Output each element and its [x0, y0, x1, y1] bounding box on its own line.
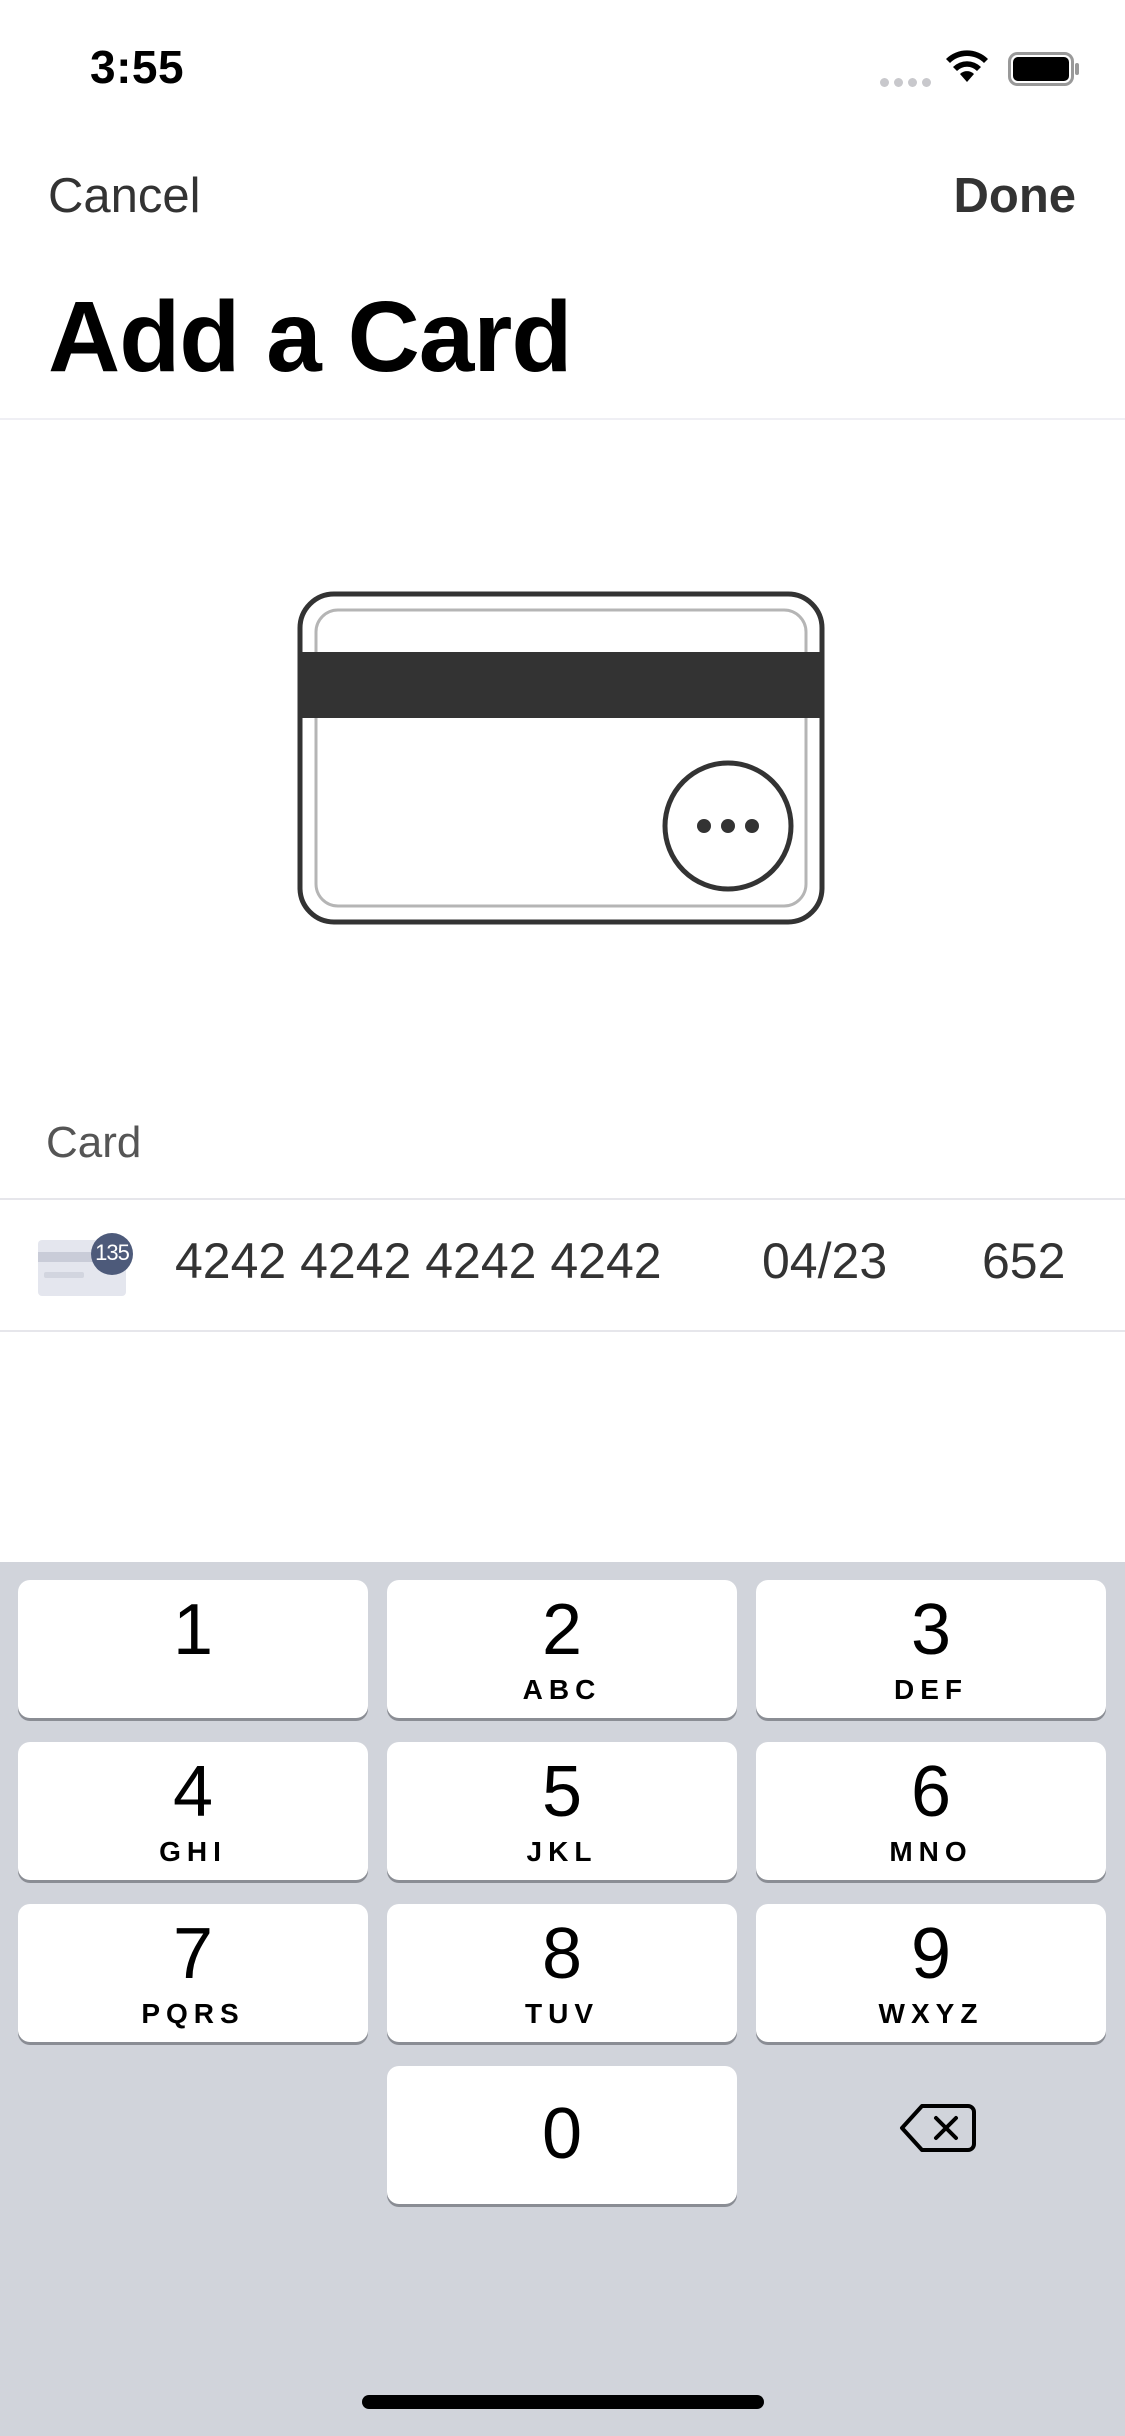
wifi-icon [944, 48, 990, 89]
key-9[interactable]: 9 WXYZ [756, 1904, 1106, 2042]
card-number-field[interactable]: 4242 4242 4242 4242 [175, 1232, 662, 1290]
expiry-field[interactable]: 04/23 [762, 1232, 887, 1290]
battery-icon [1008, 52, 1080, 86]
key-8[interactable]: 8 TUV [387, 1904, 737, 2042]
signal-icon [880, 74, 936, 92]
key-digit: 9 [910, 1914, 952, 1994]
key-digit: 5 [541, 1752, 583, 1832]
header-divider [0, 418, 1125, 420]
key-3[interactable]: 3 DEF [756, 1580, 1106, 1718]
cancel-button[interactable]: Cancel [48, 168, 201, 224]
key-6[interactable]: 6 MNO [756, 1742, 1106, 1880]
key-7[interactable]: 7 PQRS [18, 1904, 368, 2042]
key-letters: DEF [894, 1674, 968, 1705]
key-digit: 6 [910, 1752, 952, 1832]
key-0[interactable]: 0 [387, 2066, 737, 2204]
key-letters: TUV [525, 1998, 599, 2029]
key-letters: PQRS [141, 1998, 245, 2029]
key-4[interactable]: 4 GHI [18, 1742, 368, 1880]
key-digit: 8 [541, 1914, 583, 1994]
key-letters: ABC [522, 1674, 602, 1705]
card-back-illustration [296, 590, 826, 935]
section-label-card: Card [46, 1118, 142, 1167]
key-letters: GHI [159, 1836, 227, 1867]
backspace-icon[interactable] [898, 2100, 978, 2161]
key-5[interactable]: 5 JKL [387, 1742, 737, 1880]
key-digit: 1 [172, 1590, 214, 1670]
key-digit: 2 [541, 1590, 583, 1670]
key-digit: 3 [910, 1590, 952, 1670]
status-time: 3:55 [90, 41, 185, 93]
key-letters: WXYZ [878, 1998, 984, 2029]
page-title: Add a Card [48, 281, 572, 393]
key-1[interactable]: 1 [18, 1580, 368, 1718]
key-digit: 0 [541, 2094, 583, 2174]
home-indicator[interactable] [362, 2395, 764, 2409]
key-letters: MNO [889, 1836, 973, 1867]
card-brand-icon: 135 [38, 1232, 138, 1303]
cvc-field[interactable]: 652 [982, 1232, 1065, 1290]
done-button[interactable]: Done [954, 168, 1077, 224]
key-2[interactable]: 2 ABC [387, 1580, 737, 1718]
key-digit: 7 [172, 1914, 214, 1994]
key-letters: JKL [526, 1836, 598, 1867]
key-digit: 4 [172, 1752, 214, 1832]
card-brand-badge: 135 [95, 1240, 130, 1265]
